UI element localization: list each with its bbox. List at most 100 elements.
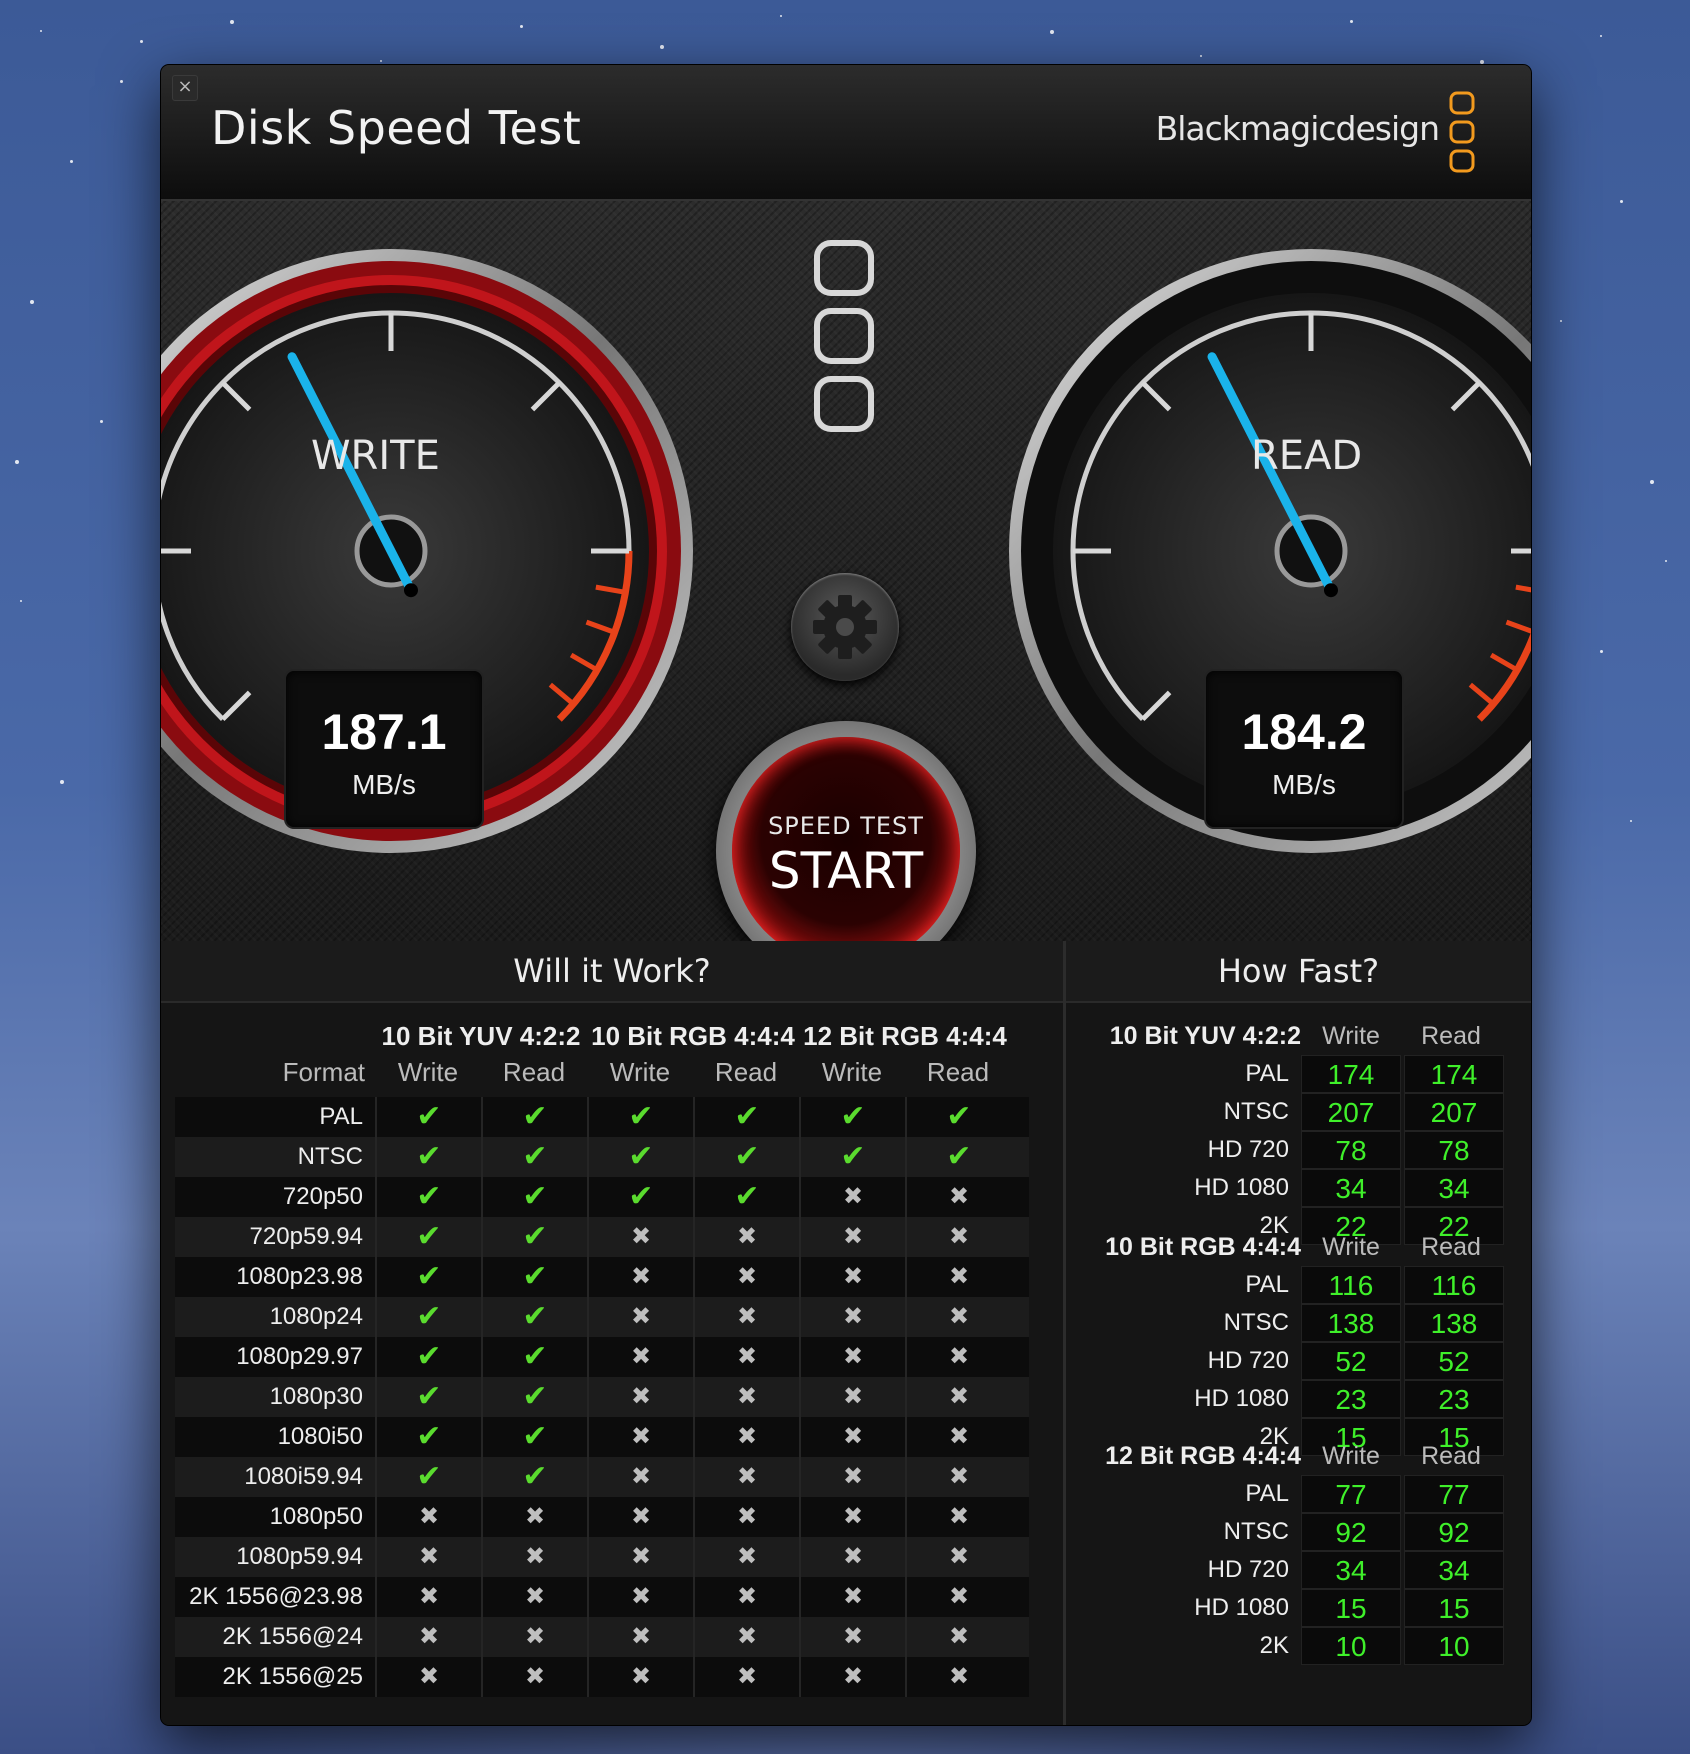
column-header-read: Read (502, 1057, 566, 1087)
result-cell: ✖ (905, 1337, 1011, 1377)
cross-icon: ✖ (948, 1463, 970, 1490)
list-item: HD 1080 34 34 (1091, 1169, 1511, 1207)
result-cell: ✖ (799, 1457, 905, 1497)
cross-icon: ✖ (948, 1183, 970, 1210)
read-column-header: Read (1421, 1022, 1481, 1050)
result-cell: ✔ (799, 1097, 905, 1137)
star (1600, 35, 1602, 37)
checkmark-icon: ✔ (946, 1100, 972, 1133)
result-cell: ✖ (693, 1657, 799, 1697)
list-item: HD 1080 15 15 (1091, 1589, 1511, 1627)
results-area: Will it Work? How Fast? 10 Bit YUV 4:2:2… (161, 941, 1531, 1725)
checkmark-icon: ✔ (840, 1140, 866, 1173)
group-name: 10 Bit RGB 4:4:4 (1105, 1233, 1301, 1261)
star (140, 40, 143, 43)
how-fast-group: 10 Bit RGB 4:4:4 Write Read PAL 116 116 NTSC 13… (1091, 1228, 1511, 1456)
checkmark-icon: ✔ (522, 1100, 548, 1133)
write-fps-value: 174 (1301, 1055, 1401, 1093)
result-cell: ✖ (587, 1617, 693, 1657)
result-cell: ✖ (693, 1257, 799, 1297)
result-cell: ✖ (375, 1537, 481, 1577)
result-cell: ✖ (587, 1217, 693, 1257)
read-column-header: Read (1421, 1442, 1481, 1470)
star (30, 300, 34, 304)
table-row: 1080i50 ✔ ✔ ✖ ✖ ✖ ✖ (175, 1417, 1029, 1457)
write-fps-value: 34 (1301, 1551, 1401, 1589)
read-fps-value: 174 (1404, 1055, 1504, 1093)
result-cell: ✖ (375, 1617, 481, 1657)
cross-icon: ✖ (524, 1583, 546, 1610)
blackmagic-logo-icon (1449, 91, 1475, 173)
checkmark-icon: ✔ (416, 1460, 442, 1493)
cross-icon: ✖ (948, 1623, 970, 1650)
resolution-label: HD 1080 (1194, 1174, 1289, 1201)
result-cell: ✖ (799, 1177, 905, 1217)
checkmark-icon: ✔ (416, 1380, 442, 1413)
result-cell: ✖ (799, 1337, 905, 1377)
cross-icon: ✖ (948, 1383, 970, 1410)
result-cell: ✖ (905, 1657, 1011, 1697)
result-cell: ✖ (693, 1497, 799, 1537)
read-fps-value: 92 (1404, 1513, 1504, 1551)
resolution-label: PAL (1245, 1060, 1289, 1087)
result-cell: ✖ (693, 1457, 799, 1497)
resolution-label: NTSC (1223, 1309, 1289, 1336)
how-fast-group: 12 Bit RGB 4:4:4 Write Read PAL 77 77 NTSC 92 92… (1091, 1437, 1511, 1665)
result-cell: ✖ (799, 1297, 905, 1337)
write-speed-unit: MB/s (352, 769, 416, 800)
star (1050, 30, 1054, 34)
result-cell: ✔ (481, 1217, 587, 1257)
group-name: 10 Bit YUV 4:2:2 (1109, 1022, 1301, 1050)
star (100, 420, 103, 423)
checkmark-icon: ✔ (416, 1340, 442, 1373)
cross-icon: ✖ (736, 1223, 758, 1250)
format-label: 2K 1556@25 (222, 1663, 363, 1690)
app-title: Disk Speed Test (211, 101, 582, 155)
cross-icon: ✖ (948, 1303, 970, 1330)
result-cell: ✔ (375, 1457, 481, 1497)
list-item: HD 1080 23 23 (1091, 1380, 1511, 1418)
result-cell: ✖ (799, 1657, 905, 1697)
gauge-needle-tail (1323, 583, 1338, 598)
table-row: 1080p59.94 ✖ ✖ ✖ ✖ ✖ ✖ (175, 1537, 1029, 1577)
cross-icon: ✖ (842, 1183, 864, 1210)
result-cell: ✖ (693, 1577, 799, 1617)
list-item: NTSC 138 138 (1091, 1304, 1511, 1342)
cross-icon: ✖ (630, 1383, 652, 1410)
gauge-needle-tail (403, 583, 418, 598)
read-fps-value: 207 (1404, 1093, 1504, 1131)
cross-icon: ✖ (736, 1663, 758, 1690)
settings-button[interactable] (791, 573, 899, 681)
result-cell: ✔ (693, 1177, 799, 1217)
format-label: 1080p30 (269, 1383, 363, 1410)
close-icon[interactable]: × (172, 75, 198, 101)
result-cell: ✔ (481, 1097, 587, 1137)
cross-icon: ✖ (418, 1583, 440, 1610)
result-cell: ✖ (375, 1497, 481, 1537)
write-fps-value: 77 (1301, 1475, 1401, 1513)
star (60, 780, 64, 784)
format-label: 1080p59.94 (236, 1543, 363, 1570)
read-fps-value: 116 (1404, 1266, 1504, 1304)
list-item: NTSC 92 92 (1091, 1513, 1511, 1551)
list-item: PAL 174 174 (1091, 1055, 1511, 1093)
cross-icon: ✖ (736, 1303, 758, 1330)
resolution-label: 2K (1259, 1632, 1289, 1659)
result-cell: ✖ (799, 1537, 905, 1577)
result-cell: ✔ (375, 1177, 481, 1217)
read-fps-value: 10 (1404, 1627, 1504, 1665)
checkmark-icon: ✔ (416, 1260, 442, 1293)
result-cell: ✔ (375, 1217, 481, 1257)
result-cell: ✔ (481, 1297, 587, 1337)
how-fast-group: 10 Bit YUV 4:2:2 Write Read PAL 174 174 NTSC 20… (1091, 1017, 1511, 1245)
result-cell: ✔ (693, 1137, 799, 1177)
result-cell: ✔ (375, 1297, 481, 1337)
cross-icon: ✖ (948, 1583, 970, 1610)
write-fps-value: 78 (1301, 1131, 1401, 1169)
format-label: 1080p29.97 (236, 1343, 363, 1370)
cross-icon: ✖ (418, 1543, 440, 1570)
write-column-header: Write (1322, 1442, 1380, 1470)
result-cell: ✖ (905, 1177, 1011, 1217)
checkmark-icon: ✔ (734, 1180, 760, 1213)
cross-icon: ✖ (630, 1223, 652, 1250)
